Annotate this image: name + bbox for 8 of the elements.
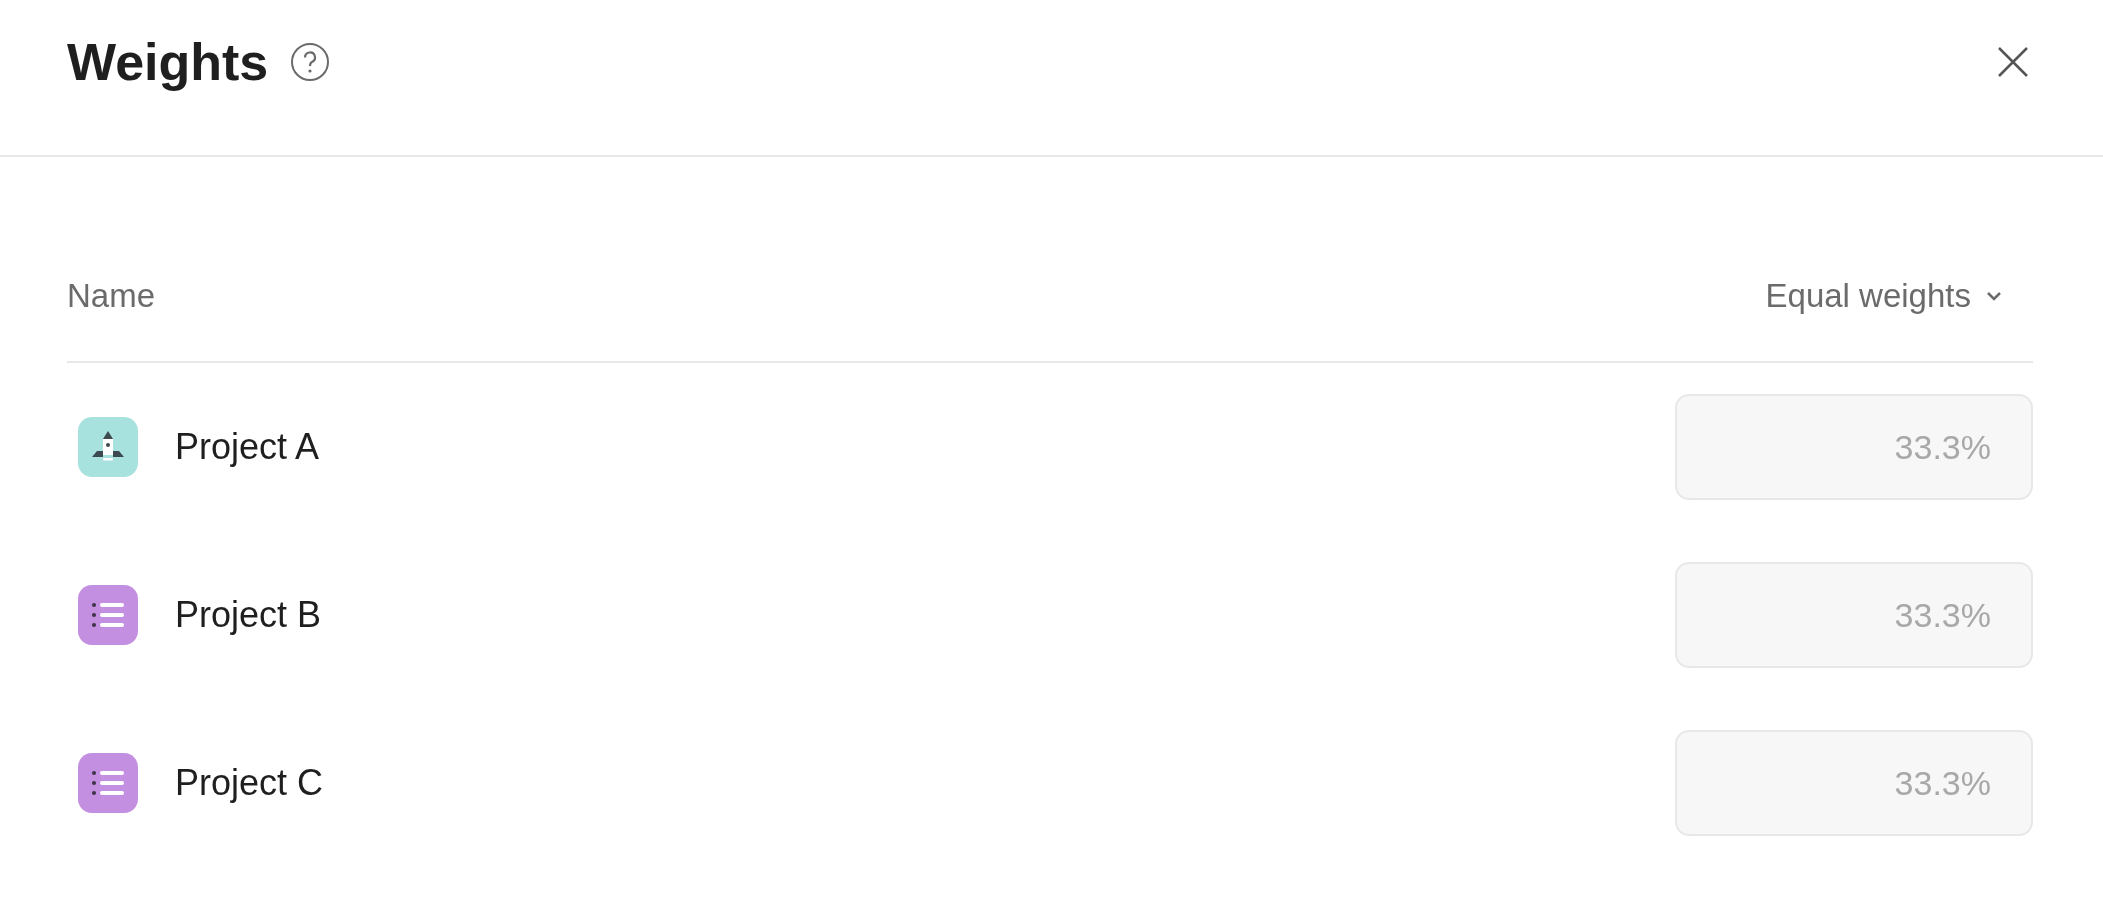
project-name: Project B: [175, 594, 323, 636]
project-name: Project C: [175, 762, 325, 804]
help-icon[interactable]: [290, 42, 331, 82]
project-name: Project A: [175, 426, 321, 468]
weighting-dropdown[interactable]: Equal weights: [1765, 277, 2003, 315]
column-header: Name: [67, 277, 156, 315]
dialog-title: Weights: [67, 32, 269, 92]
chevron-down-icon: [1985, 290, 2003, 302]
